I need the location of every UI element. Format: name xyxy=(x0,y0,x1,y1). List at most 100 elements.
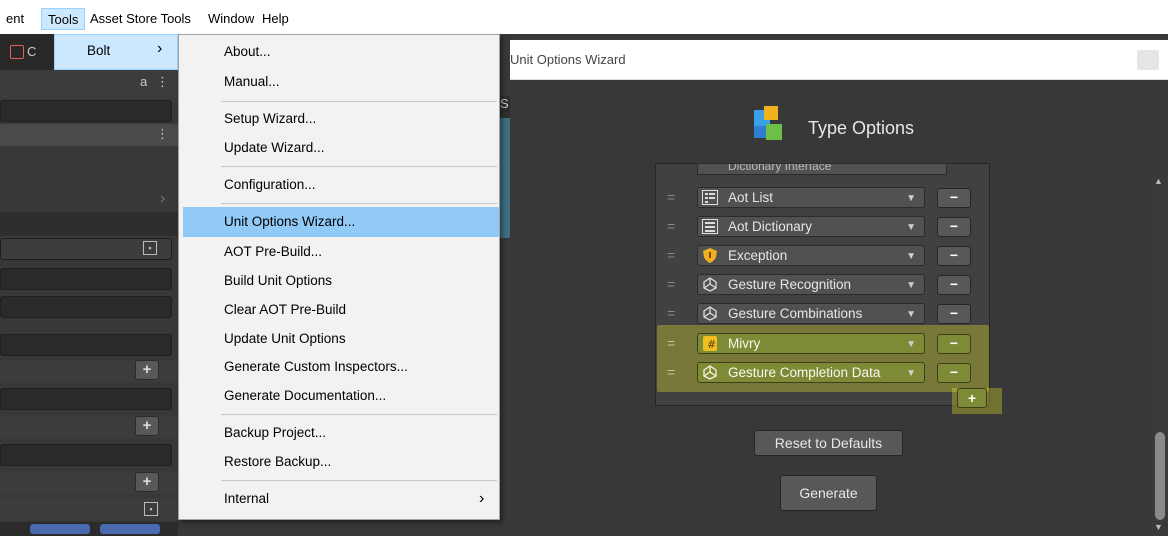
type-dropdown[interactable]: # Mivry ▼ xyxy=(697,333,925,354)
chevron-down-icon: ▼ xyxy=(906,309,916,320)
type-label: Gesture Combinations xyxy=(728,306,863,321)
menu-item-bolt[interactable]: Bolt › xyxy=(54,34,178,70)
menu-item-tools[interactable]: Tools xyxy=(41,8,86,30)
kebab-icon[interactable]: ⋮ xyxy=(156,74,169,90)
list-item: = Aot List ▼ − xyxy=(667,183,989,212)
search-field[interactable] xyxy=(0,100,172,122)
type-label: Exception xyxy=(728,248,788,263)
menu-item-help[interactable]: Help xyxy=(256,8,295,30)
partial-list-item[interactable]: Dictionary Interface xyxy=(697,163,947,175)
remove-button[interactable]: − xyxy=(937,275,971,295)
section-divider xyxy=(0,212,178,236)
menu-separator xyxy=(221,101,497,102)
remove-button[interactable]: − xyxy=(937,246,971,266)
drag-handle-icon[interactable]: = xyxy=(667,365,681,379)
menu-item-window[interactable]: Window xyxy=(202,8,260,30)
list-item: = Gesture Combinations ▼ − xyxy=(667,299,989,328)
type-dropdown[interactable]: Gesture Completion Data ▼ xyxy=(697,362,925,383)
saved-tab[interactable] xyxy=(100,524,160,534)
type-dropdown[interactable]: Aot List ▼ xyxy=(697,187,925,208)
add-button[interactable]: + xyxy=(135,360,159,380)
dictionary-icon xyxy=(702,219,718,234)
menu-item-component[interactable]: ent xyxy=(0,8,30,30)
panel-row: ⋮ xyxy=(0,124,178,146)
type-label: Gesture Recognition xyxy=(728,277,852,292)
drag-handle-icon[interactable]: = xyxy=(667,306,681,320)
remove-button[interactable]: − xyxy=(937,363,971,383)
panel-header: a ⋮ xyxy=(0,70,178,98)
type-dropdown[interactable]: Aot Dictionary ▼ xyxy=(697,216,925,237)
list-item: = Aot Dictionary ▼ − xyxy=(667,212,989,241)
record-icon xyxy=(10,45,24,59)
chevron-down-icon: ▼ xyxy=(906,339,916,350)
text-field[interactable] xyxy=(0,296,172,318)
text-field[interactable] xyxy=(0,444,172,466)
menu-item-backup-project[interactable]: Backup Project... xyxy=(224,419,326,447)
scroll-down-icon[interactable]: ▼ xyxy=(1154,522,1163,532)
remove-button[interactable]: − xyxy=(937,304,971,324)
app-tab[interactable] xyxy=(30,524,90,534)
generate-button[interactable]: Generate xyxy=(780,475,877,511)
panel-row: + xyxy=(0,416,178,438)
menu-item-about[interactable]: About... xyxy=(224,38,271,66)
list-icon xyxy=(702,190,718,205)
menu-item-aot-pre-build[interactable]: AOT Pre-Build... xyxy=(224,238,322,266)
menu-separator xyxy=(221,203,497,204)
bolt-menu: About... Manual... Setup Wizard... Updat… xyxy=(178,34,500,520)
drag-handle-icon[interactable]: = xyxy=(667,190,681,204)
menu-item-configuration[interactable]: Configuration... xyxy=(224,171,316,199)
text-field[interactable] xyxy=(0,334,172,356)
gesture-icon xyxy=(703,365,717,380)
drag-handle-icon[interactable]: = xyxy=(667,219,681,233)
drag-handle-icon[interactable]: = xyxy=(667,336,681,350)
menu-item-update-unit-options[interactable]: Update Unit Options xyxy=(224,325,346,353)
text-field[interactable] xyxy=(0,268,172,290)
list-item: = # Mivry ▼ − xyxy=(667,329,989,358)
reset-to-defaults-button[interactable]: Reset to Defaults xyxy=(754,430,903,456)
lock-icon[interactable]: a xyxy=(140,74,147,89)
panel-row: ▪ xyxy=(0,498,178,520)
chevron-down-icon: ▼ xyxy=(906,368,916,379)
scroll-up-icon[interactable]: ▲ xyxy=(1154,176,1163,186)
chevron-down-icon: ▼ xyxy=(906,222,916,233)
type-dropdown[interactable]: Exception ▼ xyxy=(697,245,925,266)
remove-button[interactable]: − xyxy=(937,334,971,354)
menu-item-unit-options-wizard[interactable]: Unit Options Wizard... xyxy=(224,208,355,236)
chevron-right-icon: › xyxy=(157,40,163,57)
menu-item-generate-documentation[interactable]: Generate Documentation... xyxy=(224,382,386,410)
remove-button[interactable]: − xyxy=(937,188,971,208)
chevron-right-icon[interactable]: › xyxy=(160,190,165,208)
type-dropdown[interactable]: Gesture Recognition ▼ xyxy=(697,274,925,295)
edge-label: S xyxy=(500,96,510,118)
drag-handle-icon[interactable]: = xyxy=(667,248,681,262)
foldout-icon[interactable]: ▪ xyxy=(144,502,158,516)
add-button[interactable]: + xyxy=(135,472,159,492)
menu-item-setup-wizard[interactable]: Setup Wizard... xyxy=(224,105,316,133)
scene-strip xyxy=(500,118,510,238)
panel-row: ▪ xyxy=(0,238,172,260)
menu-item-manual[interactable]: Manual... xyxy=(224,68,280,96)
add-button[interactable]: + xyxy=(135,416,159,436)
type-label: Aot List xyxy=(728,190,774,205)
menu-item-restore-backup[interactable]: Restore Backup... xyxy=(224,448,331,476)
bolt-label: Bolt xyxy=(87,43,111,58)
foldout-icon[interactable]: ▪ xyxy=(143,241,157,255)
bottom-tabs xyxy=(0,522,178,536)
chevron-right-icon: › xyxy=(479,490,485,507)
close-button[interactable] xyxy=(1137,50,1159,70)
kebab-icon[interactable]: ⋮ xyxy=(156,126,169,142)
text-field[interactable] xyxy=(0,388,172,410)
type-dropdown[interactable]: Gesture Combinations ▼ xyxy=(697,303,925,324)
drag-handle-icon[interactable]: = xyxy=(667,277,681,291)
menu-item-update-wizard[interactable]: Update Wizard... xyxy=(224,134,325,162)
scrollbar-thumb[interactable] xyxy=(1155,432,1165,520)
wizard-title: Unit Options Wizard xyxy=(510,52,626,67)
menu-item-build-unit-options[interactable]: Build Unit Options xyxy=(224,267,332,295)
menu-item-asset-store-tools[interactable]: Asset Store Tools xyxy=(84,8,197,30)
menu-item-internal[interactable]: Internal › xyxy=(179,485,499,515)
menu-item-clear-aot-pre-build[interactable]: Clear AOT Pre-Build xyxy=(224,296,346,324)
menu-item-generate-custom-inspectors[interactable]: Generate Custom Inspectors... xyxy=(224,353,408,381)
add-type-button[interactable]: + xyxy=(957,388,987,408)
remove-button[interactable]: − xyxy=(937,217,971,237)
type-label: Mivry xyxy=(728,336,761,351)
